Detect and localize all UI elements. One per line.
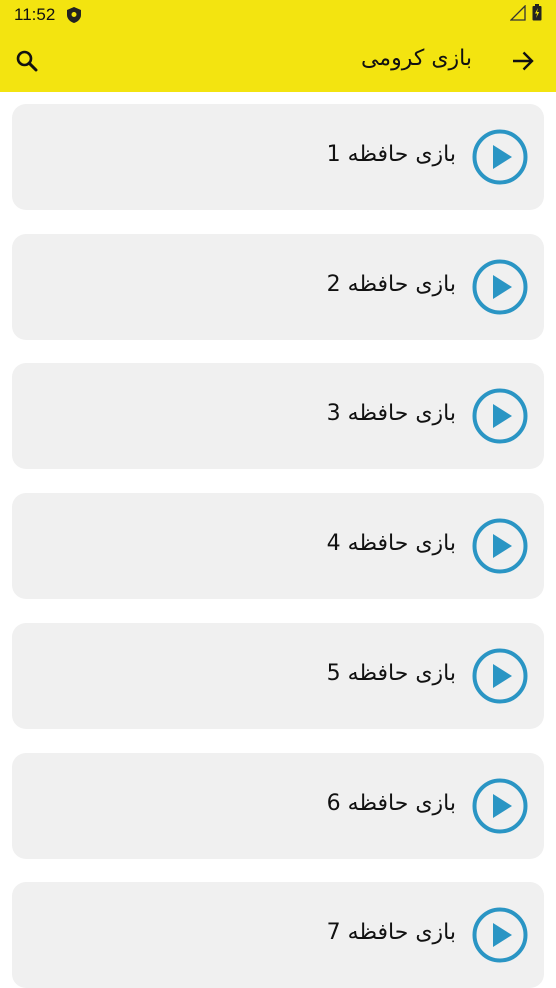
play-icon[interactable]	[472, 648, 528, 704]
game-card[interactable]: بازی حافظه 3	[12, 363, 544, 470]
game-card-label: بازی حافظه 3	[326, 401, 456, 427]
app-bar: بازی کرومی	[0, 30, 556, 92]
signal-icon	[509, 3, 526, 26]
status-bar: 11:52	[0, 0, 556, 30]
game-card-label: بازی حافظه 4	[326, 531, 456, 557]
play-icon[interactable]	[472, 778, 528, 834]
game-card[interactable]: بازی حافظه 5	[12, 622, 544, 729]
play-icon[interactable]	[472, 259, 528, 315]
status-time: 11:52	[14, 5, 56, 24]
play-icon[interactable]	[472, 129, 528, 185]
shield-icon	[67, 7, 82, 23]
game-card[interactable]: بازی حافظه 4	[12, 493, 544, 600]
play-icon[interactable]	[472, 518, 528, 574]
search-icon[interactable]	[14, 48, 40, 74]
game-card-label: بازی حافظه 1	[326, 142, 456, 167]
game-card[interactable]: بازی حافظه 2	[12, 233, 544, 340]
game-card[interactable]: بازی حافظه 1	[12, 104, 544, 210]
game-card-label: بازی حافظه 7	[326, 920, 456, 946]
page-title: بازی کرومی	[360, 46, 472, 71]
play-icon[interactable]	[472, 388, 528, 444]
game-card-label: بازی حافظه 5	[326, 660, 456, 686]
arrow-forward-icon[interactable]	[510, 48, 536, 74]
game-card-label: بازی حافظه 6	[326, 790, 456, 816]
game-card[interactable]: بازی حافظه 7	[12, 882, 544, 988]
game-card[interactable]: بازی حافظه 6	[12, 752, 544, 859]
game-list: بازی حافظه 1 بازی حافظه 2 بازی حافظه 3 بازی…	[0, 92, 556, 988]
battery-icon	[532, 4, 542, 26]
game-card-label: بازی حافظه 2	[326, 271, 456, 297]
play-icon[interactable]	[472, 907, 528, 963]
